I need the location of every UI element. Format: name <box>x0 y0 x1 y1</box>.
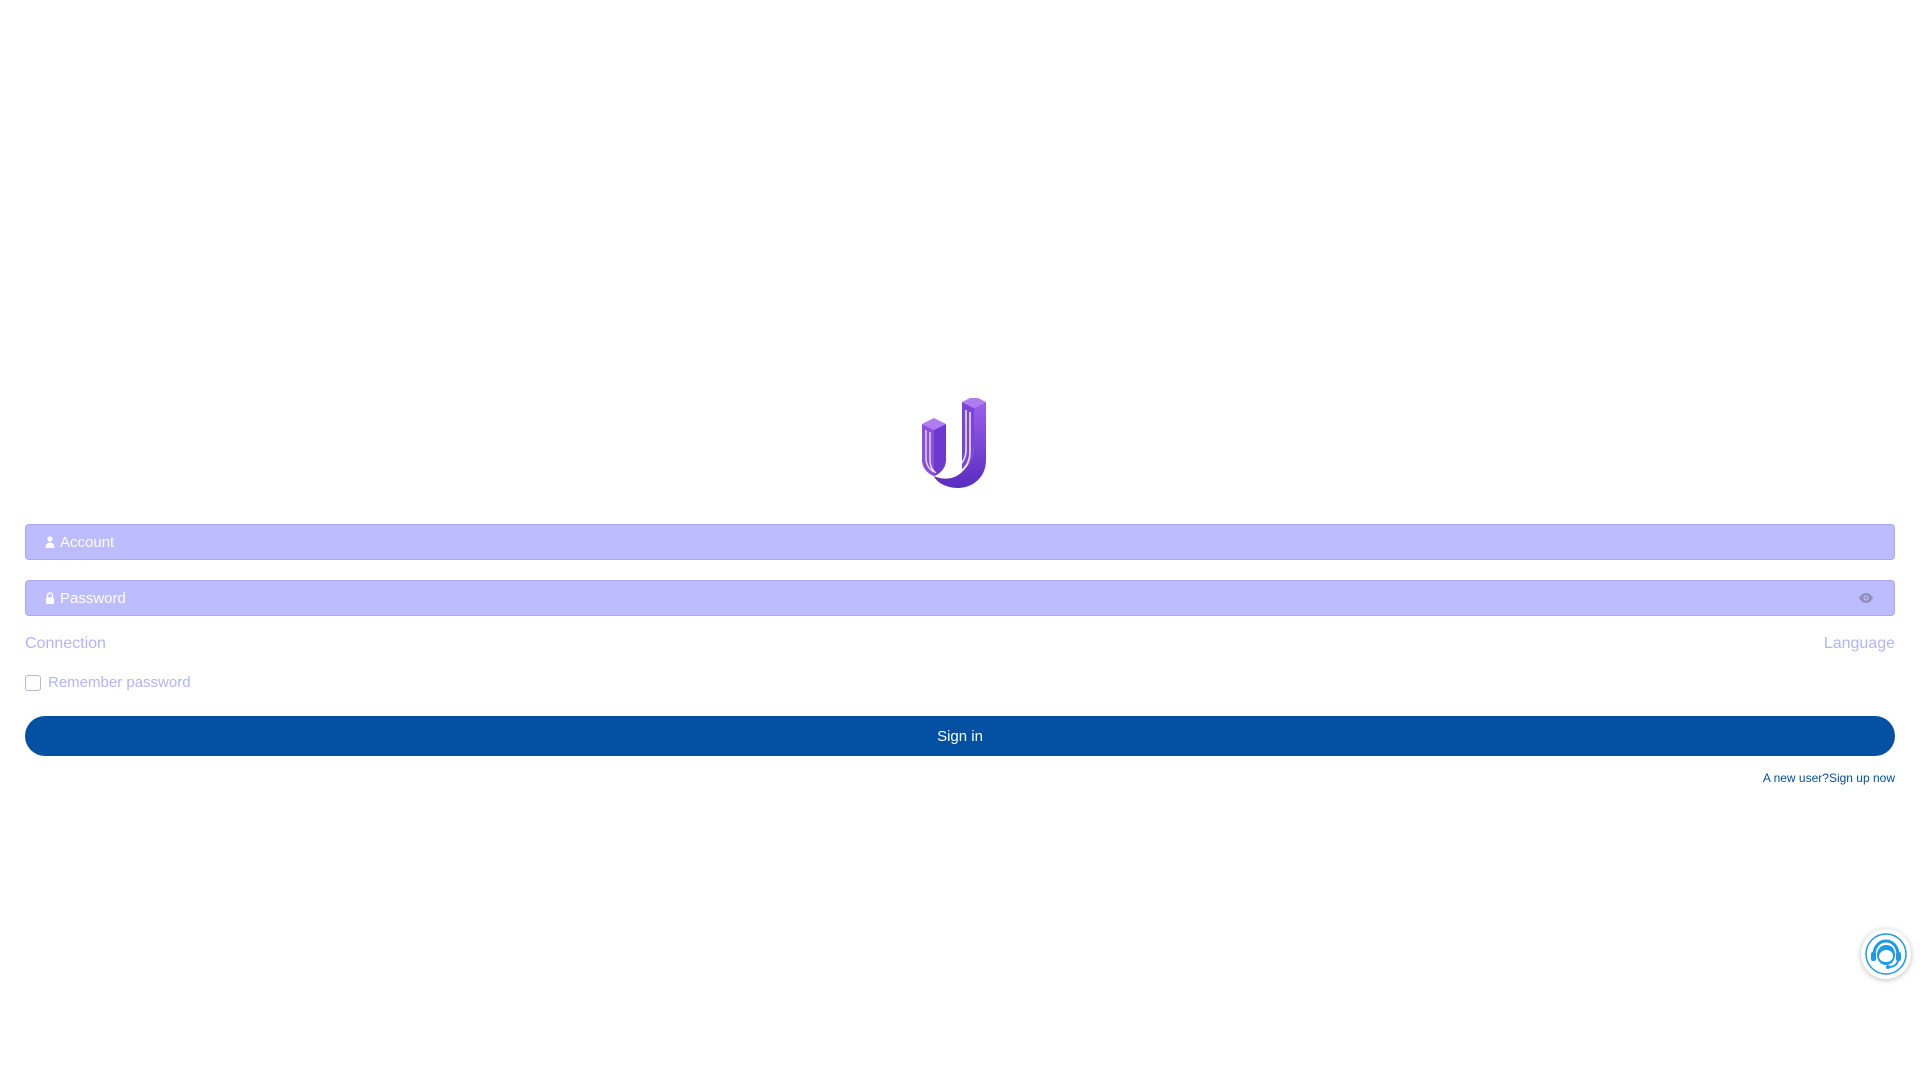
language-link[interactable]: Language <box>1824 635 1895 653</box>
password-input[interactable] <box>60 581 1894 615</box>
signup-prompt: A new user? <box>1762 771 1829 785</box>
u-logo <box>922 398 986 488</box>
account-input[interactable] <box>60 525 1894 559</box>
customer-support-icon <box>1865 933 1907 975</box>
signup-row: A new user?Sign up now <box>1763 771 1895 785</box>
customer-support-button[interactable] <box>1861 929 1911 979</box>
lock-icon <box>45 592 55 604</box>
remember-password-checkbox[interactable] <box>25 674 41 691</box>
connection-link[interactable]: Connection <box>25 635 106 653</box>
login-page: Connection Language Remember password Si… <box>0 0 1920 1080</box>
password-field[interactable] <box>25 580 1895 616</box>
user-icon <box>45 536 55 548</box>
remember-password-toggle[interactable]: Remember password <box>25 674 191 691</box>
account-field[interactable] <box>25 524 1895 560</box>
remember-password-label: Remember password <box>48 674 191 691</box>
sign-in-button[interactable]: Sign in <box>25 716 1895 756</box>
eye-icon[interactable] <box>1858 592 1874 604</box>
sign-up-link[interactable]: Sign up now <box>1829 771 1895 785</box>
